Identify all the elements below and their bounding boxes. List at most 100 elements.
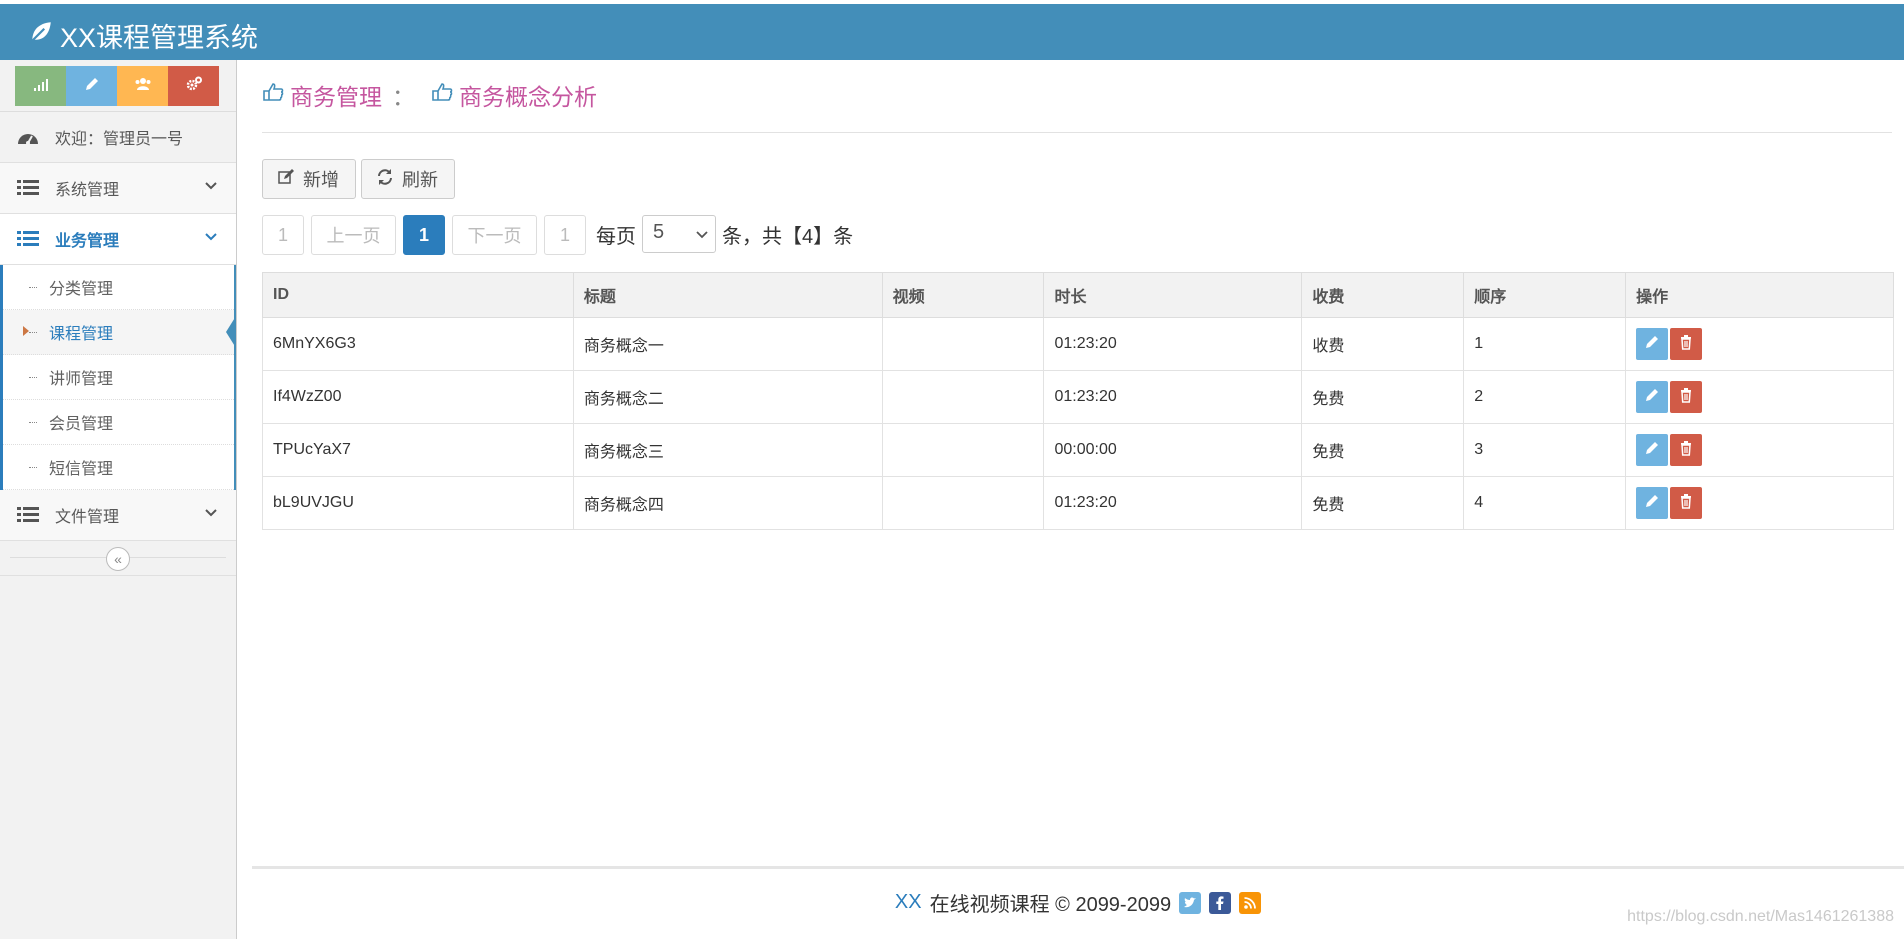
trash-icon [1678,334,1694,355]
active-indicator [226,316,236,348]
footer-brand: XX [894,891,922,913]
cell-duration: 01:23:20 [1043,317,1303,371]
table-header-row: ID 标题 视频 时长 收费 顺序 操作 [262,272,1894,318]
navbar: XX课程管理系统 [0,4,1904,60]
shortcut-settings-button[interactable] [168,66,219,106]
dashboard-icon [15,127,41,147]
cell-actions [1625,317,1894,371]
cell-video [881,423,1045,477]
delete-row-button[interactable] [1670,487,1703,519]
shortcut-stats-button[interactable] [15,66,66,106]
edit-row-button[interactable] [1636,434,1669,466]
facebook-icon[interactable] [1209,891,1232,914]
submenu-sms[interactable]: 短信管理 [3,445,234,490]
menu-system-label: 系统管理 [55,182,120,199]
per-page-label: 每页 [596,226,636,248]
submenu-teacher-label: 讲师管理 [49,371,114,388]
cell-title: 商务概念二 [572,370,883,424]
cell-title: 商务概念四 [572,476,883,530]
delete-row-button[interactable] [1670,434,1703,466]
cell-video [881,317,1045,371]
pagination-current[interactable]: 1 [403,215,445,255]
submenu-teacher[interactable]: 讲师管理 [3,355,234,400]
cell-duration: 00:00:00 [1043,423,1303,477]
pagination-prev[interactable]: 上一页 [311,215,396,255]
table-row: If4WzZ00 商务概念二 01:23:20 免费 2 [262,370,1894,424]
cell-order: 4 [1463,476,1627,530]
col-video: 视频 [881,272,1045,318]
footer-text: 在线视频课程 © 2099-2099 [929,894,1172,916]
menu-file[interactable]: 文件管理 [0,490,236,541]
leaf-icon [28,19,54,52]
users-icon [134,75,152,98]
col-duration: 时长 [1043,272,1303,318]
hand-right-icon [431,81,453,109]
breadcrumb-separator: ： [392,84,415,110]
cell-actions [1625,423,1894,477]
cell-charge: 免费 [1301,476,1465,530]
cell-id: If4WzZ00 [262,370,574,424]
course-table: ID 标题 视频 时长 收费 顺序 操作 6MnYX6G3 商务概念一 01:2… [262,272,1894,530]
cell-order: 3 [1463,423,1627,477]
pagination-first[interactable]: 1 [262,215,304,255]
breadcrumb-parent[interactable]: 商务管理 [290,78,382,112]
double-chevron-left-icon: « [114,551,122,567]
refresh-button-label: 刷新 [402,170,438,190]
edit-row-button[interactable] [1636,381,1669,413]
trash-icon [1678,440,1694,461]
submenu-course-label: 课程管理 [49,326,114,343]
col-order: 顺序 [1463,272,1627,318]
pencil-icon [1644,387,1660,408]
col-actions: 操作 [1625,272,1894,318]
divider [262,132,1892,133]
submenu-course[interactable]: 课程管理 [3,310,236,355]
delete-row-button[interactable] [1670,381,1703,413]
menu-business-label: 业务管理 [55,233,120,250]
welcome-row: 欢迎：管理员一号 [0,112,236,163]
watermark: https://blog.csdn.net/Mas1461261388 [1627,908,1894,925]
footer: XX 在线视频课程 © 2099-2099 [0,888,1904,917]
col-title: 标题 [572,272,883,318]
cell-duration: 01:23:20 [1043,476,1303,530]
sidebar-collapse: « [0,541,236,576]
shortcut-edit-button[interactable] [66,66,117,106]
list-icon [15,505,41,525]
rss-icon[interactable] [1239,891,1262,914]
submenu-member-label: 会员管理 [49,416,114,433]
refresh-button[interactable]: 刷新 [361,159,455,199]
pagination-next[interactable]: 下一页 [452,215,537,255]
submenu-member[interactable]: 会员管理 [3,400,234,445]
submenu-sms-label: 短信管理 [49,461,114,478]
col-charge: 收费 [1301,272,1465,318]
twitter-icon[interactable] [1179,891,1202,914]
menu-file-label: 文件管理 [55,509,120,526]
cell-charge: 免费 [1301,370,1465,424]
cell-title: 商务概念三 [572,423,883,477]
menu-business[interactable]: 业务管理 [0,214,236,265]
pagination-last[interactable]: 1 [544,215,586,255]
cell-id: bL9UVJGU [262,476,574,530]
cogs-icon [185,75,203,98]
cell-actions [1625,370,1894,424]
add-button-label: 新增 [303,170,339,190]
cell-order: 2 [1463,370,1627,424]
breadcrumb-current: 商务概念分析 [459,84,597,110]
col-id: ID [262,272,574,318]
per-page-select[interactable]: 5 [642,215,716,253]
add-button[interactable]: 新增 [262,159,356,199]
pencil-icon [83,75,101,98]
edit-row-button[interactable] [1636,328,1669,360]
brand[interactable]: XX课程管理系统 [28,16,258,55]
edit-row-button[interactable] [1636,487,1669,519]
menu-system[interactable]: 系统管理 [0,163,236,214]
submenu-category[interactable]: 分类管理 [3,265,234,310]
breadcrumb: 商务管理 ： 商务概念分析 [262,78,597,112]
shortcut-users-button[interactable] [117,66,168,106]
collapse-sidebar-button[interactable]: « [106,547,130,571]
cell-actions [1625,476,1894,530]
list-icon [15,229,41,249]
pencil-icon [1644,440,1660,461]
delete-row-button[interactable] [1670,328,1703,360]
footer-divider [252,866,1904,869]
business-submenu: 分类管理 课程管理 讲师管理 会员管理 短信管理 [0,265,236,490]
